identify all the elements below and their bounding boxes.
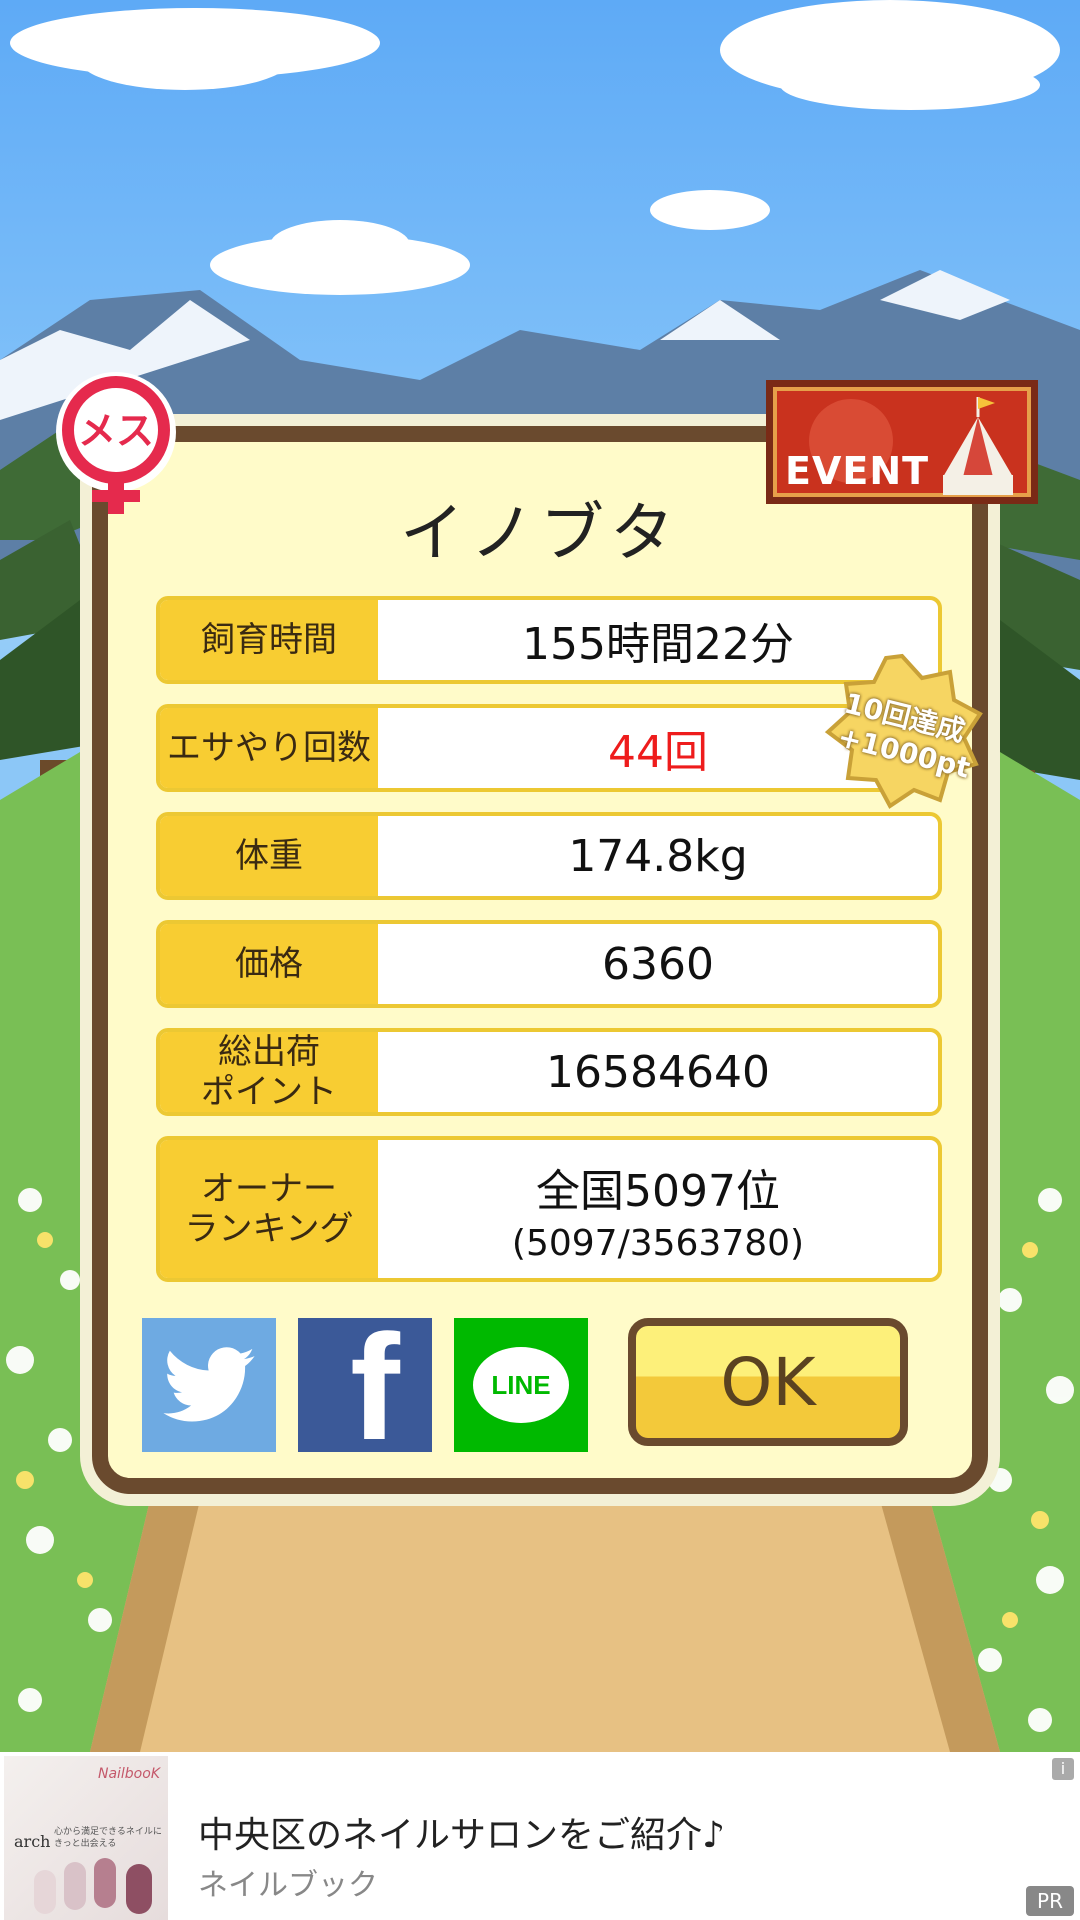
stat-label-line: ポイント [201,1072,337,1112]
stat-label: エサやり回数 [160,708,378,788]
pig-status-panel: イノブタ 飼育時間 155時間22分 エサやり回数 44回 体重 174.8kg… [92,426,988,1494]
ad-brand-tagline: 心から満足できるネイルにきっと出会える [54,1827,162,1849]
female-icon: メス [52,372,180,520]
ok-button[interactable]: OK [628,1318,908,1446]
twitter-share-button[interactable] [142,1318,276,1452]
ad-banner[interactable]: NailbooK arch 心から満足できるネイルにきっと出会える 中央区のネイ… [0,1752,1080,1920]
stat-row-price: 価格 6360 [156,920,942,1008]
ad-title[interactable]: 中央区のネイルサロンをご紹介♪ [198,1806,725,1858]
ad-info-icon[interactable]: i [1052,1758,1074,1780]
gender-label: メス [78,409,154,453]
stat-label-line: 総出荷 [218,1032,320,1072]
ad-advertiser: ネイルブック [198,1868,378,1903]
stat-row-shipment-points: 総出荷 ポイント 16584640 [156,1028,942,1116]
ad-nail-art [34,1856,164,1916]
ad-pr-badge: PR [1026,1886,1074,1916]
facebook-share-button[interactable]: f [298,1318,432,1452]
line-bubble-icon: LINE [473,1347,569,1423]
ranking-value: 全国5097位 [536,1165,780,1217]
stat-label: オーナー ランキング [160,1140,378,1278]
stat-label: 価格 [160,924,378,1004]
line-share-button[interactable]: LINE [454,1318,588,1452]
stat-label: 飼育時間 [160,600,378,680]
stat-value: 全国5097位 (5097/3563780) [378,1140,938,1278]
ad-brand: arch [14,1832,51,1851]
facebook-icon: f [350,1318,400,1452]
ranking-detail: (5097/3563780) [511,1222,805,1264]
stat-row-weight: 体重 174.8kg [156,812,942,900]
stat-label: 体重 [160,816,378,896]
stat-value: 16584640 [546,1046,770,1098]
event-button[interactable]: EVENT [766,380,1038,504]
stat-label: 総出荷 ポイント [160,1032,378,1112]
stat-value: 174.8kg [568,830,748,882]
line-label: LINE [491,1369,551,1400]
achievement-badge: 10回達成 +1000pt [818,652,986,812]
stat-row-owner-ranking: オーナー ランキング 全国5097位 (5097/3563780) [156,1136,942,1282]
stat-label-line: ランキング [184,1209,354,1249]
event-label: EVENT [785,449,930,493]
ad-image: NailbooK arch 心から満足できるネイルにきっと出会える [4,1756,168,1920]
stat-value: 6360 [602,938,714,990]
ad-logo: NailbooK [97,1766,160,1782]
stat-label-line: オーナー [201,1169,337,1209]
twitter-bird-icon [163,1347,255,1422]
